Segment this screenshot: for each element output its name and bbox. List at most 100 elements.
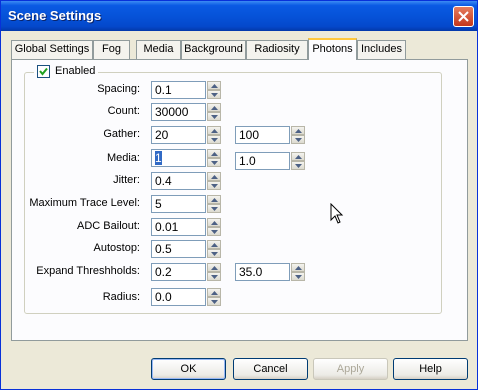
count-spin-down[interactable] bbox=[207, 112, 221, 121]
tab-global-settings[interactable]: Global Settings bbox=[11, 40, 93, 59]
gather-min-spinner[interactable] bbox=[207, 126, 221, 145]
max-trace-level-spin-up[interactable] bbox=[207, 195, 221, 204]
arrow-down-icon bbox=[211, 184, 218, 188]
media-spin-down[interactable] bbox=[207, 158, 221, 167]
spacing-label: Spacing: bbox=[97, 83, 140, 95]
close-button[interactable] bbox=[453, 6, 474, 27]
spacing-spin-down[interactable] bbox=[207, 90, 221, 99]
jitter-input[interactable]: 0.4 bbox=[151, 172, 206, 190]
arrow-up-icon bbox=[211, 198, 218, 202]
count-label: Count: bbox=[107, 105, 140, 117]
tab-radiosity[interactable]: Radiosity bbox=[246, 40, 308, 59]
cancel-button[interactable]: Cancel bbox=[233, 358, 308, 380]
adc-bailout-input[interactable]: 0.01 bbox=[151, 218, 206, 236]
media-factor-spinner[interactable] bbox=[291, 152, 305, 171]
spacing-input[interactable]: 0.1 bbox=[151, 81, 206, 99]
arrow-up-icon bbox=[211, 129, 218, 133]
max-trace-level-spinner[interactable] bbox=[207, 195, 221, 214]
media-spin-up[interactable] bbox=[207, 149, 221, 158]
arrow-up-icon bbox=[295, 155, 302, 159]
expand-threshold-input[interactable]: 0.2 bbox=[151, 263, 206, 281]
gather-max-spinner[interactable] bbox=[291, 126, 305, 145]
gather-min-spin-down[interactable] bbox=[207, 135, 221, 144]
arrow-down-icon bbox=[211, 207, 218, 211]
arrow-up-icon bbox=[295, 266, 302, 270]
enabled-checkbox-row[interactable]: Enabled bbox=[34, 64, 99, 78]
close-icon bbox=[458, 11, 469, 22]
tab-media[interactable]: Media bbox=[136, 40, 181, 59]
arrow-down-icon bbox=[211, 93, 218, 97]
adc-bailout-spin-up[interactable] bbox=[207, 218, 221, 227]
count-input[interactable]: 30000 bbox=[151, 103, 206, 121]
spacing-spin-up[interactable] bbox=[207, 81, 221, 90]
title-bar[interactable]: Scene Settings bbox=[1, 1, 477, 31]
media-label: Media: bbox=[106, 152, 140, 164]
spacing-spinner[interactable] bbox=[207, 81, 221, 100]
help-button[interactable]: Help bbox=[393, 358, 468, 380]
autostop-spin-down[interactable] bbox=[207, 249, 221, 258]
radius-spinner[interactable] bbox=[207, 288, 221, 307]
arrow-down-icon bbox=[295, 138, 302, 142]
arrow-up-icon bbox=[211, 291, 218, 295]
arrow-down-icon bbox=[211, 138, 218, 142]
gather-max-spin-up[interactable] bbox=[291, 126, 305, 135]
count-spin-up[interactable] bbox=[207, 103, 221, 112]
expand-thresholds-label: Expand Threshholds: bbox=[36, 265, 140, 277]
tab-includes[interactable]: Includes bbox=[357, 40, 406, 59]
tab-photons[interactable]: Photons bbox=[308, 38, 357, 60]
expand-threshold-spin-up[interactable] bbox=[207, 263, 221, 272]
adc-bailout-spin-down[interactable] bbox=[207, 227, 221, 236]
expand-threshold-spinner[interactable] bbox=[207, 263, 221, 282]
arrow-up-icon bbox=[211, 221, 218, 225]
ok-button[interactable]: OK bbox=[151, 358, 226, 380]
adc-bailout-spinner[interactable] bbox=[207, 218, 221, 237]
arrow-up-icon bbox=[295, 129, 302, 133]
tab-background[interactable]: Background bbox=[181, 40, 246, 59]
apply-button[interactable]: Apply bbox=[313, 358, 388, 380]
arrow-up-icon bbox=[211, 175, 218, 179]
max-trace-level-input[interactable]: 5 bbox=[151, 195, 206, 213]
jitter-spin-up[interactable] bbox=[207, 172, 221, 181]
expand-threshold-spin-down[interactable] bbox=[207, 272, 221, 281]
expand-min-spinner[interactable] bbox=[291, 263, 305, 282]
gather-max-input[interactable]: 100 bbox=[235, 126, 290, 144]
expand-min-spin-up[interactable] bbox=[291, 263, 305, 272]
arrow-up-icon bbox=[211, 266, 218, 270]
media-input[interactable]: 1 bbox=[151, 149, 206, 167]
enabled-label: Enabled bbox=[55, 65, 96, 77]
media-factor-spin-down[interactable] bbox=[291, 161, 305, 170]
media-factor-input[interactable]: 1.0 bbox=[235, 152, 290, 170]
radius-input[interactable]: 0.0 bbox=[151, 288, 206, 306]
arrow-down-icon bbox=[211, 115, 218, 119]
arrow-down-icon bbox=[295, 164, 302, 168]
expand-min-input[interactable]: 35.0 bbox=[235, 263, 290, 281]
jitter-spin-down[interactable] bbox=[207, 181, 221, 190]
autostop-spin-up[interactable] bbox=[207, 240, 221, 249]
arrow-up-icon bbox=[211, 152, 218, 156]
expand-min-spin-down[interactable] bbox=[291, 272, 305, 281]
tab-fog[interactable]: Fog bbox=[93, 40, 130, 59]
count-spinner[interactable] bbox=[207, 103, 221, 122]
jitter-spinner[interactable] bbox=[207, 172, 221, 191]
arrow-down-icon bbox=[211, 300, 218, 304]
gather-min-spin-up[interactable] bbox=[207, 126, 221, 135]
arrow-down-icon bbox=[211, 230, 218, 234]
radius-spin-down[interactable] bbox=[207, 297, 221, 306]
media-value-selected: 1 bbox=[155, 151, 162, 165]
media-spinner[interactable] bbox=[207, 149, 221, 168]
jitter-label: Jitter: bbox=[113, 174, 140, 186]
arrow-down-icon bbox=[211, 161, 218, 165]
enabled-checkbox[interactable] bbox=[37, 64, 50, 78]
media-factor-spin-up[interactable] bbox=[291, 152, 305, 161]
autostop-label: Autostop: bbox=[93, 242, 140, 254]
arrow-up-icon bbox=[211, 106, 218, 110]
max-trace-level-spin-down[interactable] bbox=[207, 204, 221, 213]
autostop-spinner[interactable] bbox=[207, 240, 221, 259]
radius-spin-up[interactable] bbox=[207, 288, 221, 297]
gather-max-spin-down[interactable] bbox=[291, 135, 305, 144]
gather-min-input[interactable]: 20 bbox=[151, 126, 206, 144]
autostop-input[interactable]: 0.5 bbox=[151, 240, 206, 258]
arrow-down-icon bbox=[211, 252, 218, 256]
max-trace-level-label: Maximum Trace Level: bbox=[29, 197, 140, 209]
radius-label: Radius: bbox=[102, 291, 140, 303]
